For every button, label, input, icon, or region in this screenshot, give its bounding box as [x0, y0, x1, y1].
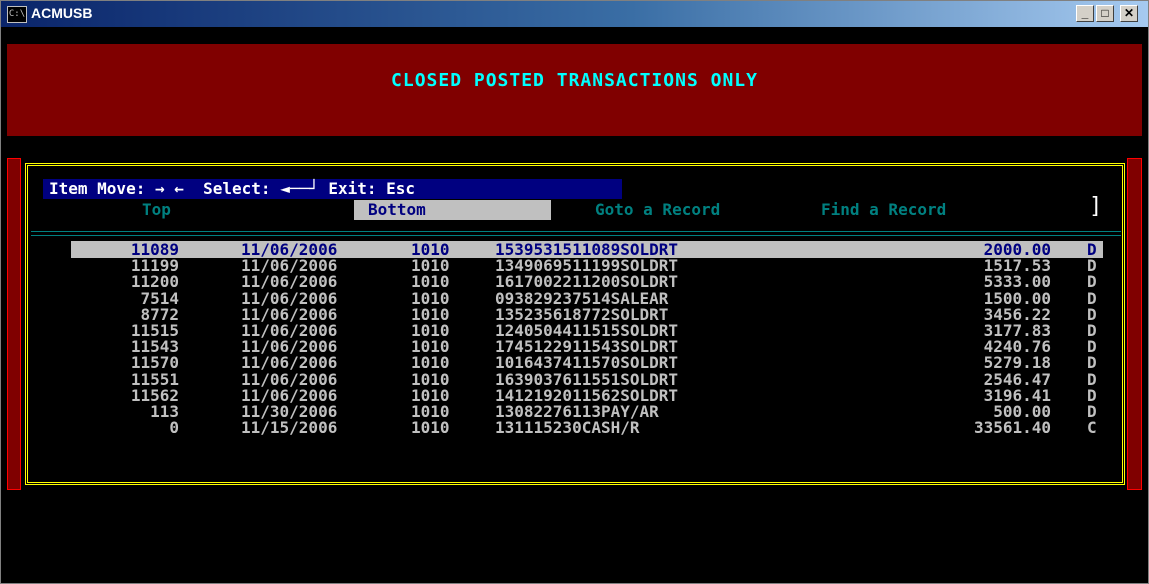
debit-credit-flag: C — [1087, 418, 1097, 438]
transaction-reference: 1617002211200SOLDRT — [495, 272, 679, 292]
key-hint-bar: Item Move: → ← Select: ◄──┘ Exit: Esc — [43, 179, 622, 199]
window-title: ACMUSB — [31, 5, 93, 21]
left-border-panel — [7, 158, 21, 490]
menu-bottom-option[interactable]: Bottom — [354, 200, 551, 220]
transaction-amount: 33561.40 — [973, 418, 1051, 438]
scroll-indicator: ] — [1089, 194, 1103, 219]
screen-heading: CLOSED POSTED TRANSACTIONS ONLY — [391, 70, 758, 91]
debit-credit-flag: D — [1087, 272, 1097, 292]
account-number: 1010 — [411, 353, 450, 373]
transaction-date: 11/06/2006 — [241, 353, 338, 373]
right-border-panel — [1127, 158, 1142, 490]
account-number: 1010 — [411, 272, 450, 292]
separator-line — [31, 235, 1121, 236]
console-app-icon[interactable]: C:\ — [7, 6, 27, 23]
transaction-id: 113 — [150, 402, 179, 421]
menu-top-option[interactable]: Top — [142, 200, 171, 220]
transaction-id: 11570 — [130, 353, 179, 373]
debit-credit-flag: D — [1087, 353, 1097, 373]
menu-find-record-option[interactable]: Find a Record — [821, 200, 946, 220]
transaction-reference: 1016437411570SOLDRT — [495, 353, 679, 373]
separator-line — [31, 231, 1121, 232]
transaction-date: 11/15/2006 — [241, 418, 338, 438]
transaction-amount: 5333.00 — [983, 272, 1051, 292]
transaction-reference: 131115230CASH/R — [495, 418, 640, 438]
menu-goto-record-option[interactable]: Goto a Record — [595, 200, 720, 220]
transaction-id: 0 — [169, 418, 179, 438]
transaction-amount: 5279.18 — [983, 353, 1051, 373]
transaction-id: 11200 — [130, 272, 179, 292]
console-window: C:\ ACMUSB _ □ ✕ CLOSED POSTED TRANSACTI… — [0, 0, 1149, 584]
console-screen[interactable]: CLOSED POSTED TRANSACTIONS ONLY Item Mov… — [7, 28, 1142, 579]
minimize-button[interactable]: _ — [1076, 5, 1094, 22]
title-bar[interactable]: C:\ ACMUSB _ □ ✕ — [1, 1, 1148, 27]
account-number: 1010 — [411, 418, 450, 438]
transaction-date: 11/06/2006 — [241, 272, 338, 292]
maximize-button[interactable]: □ — [1096, 5, 1114, 22]
close-button[interactable]: ✕ — [1120, 5, 1138, 22]
